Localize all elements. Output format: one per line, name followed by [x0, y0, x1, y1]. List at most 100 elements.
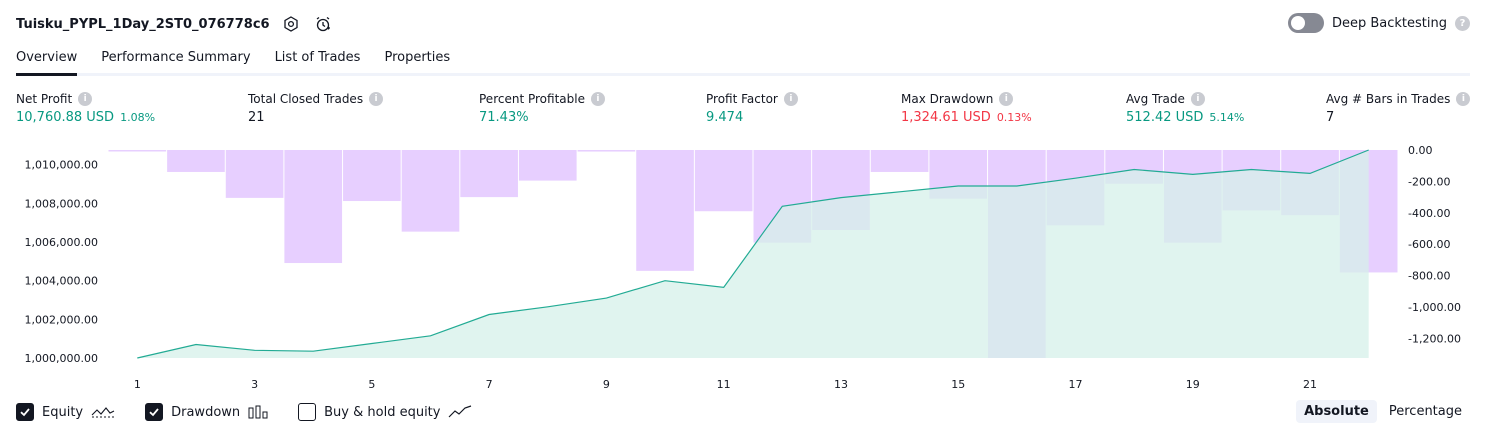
- x-axis-tick: 3: [251, 378, 258, 391]
- drawdown-bar: [577, 150, 636, 152]
- strategy-title: Tuisku_PYPL_1Day_2ST0_076778c6: [16, 16, 270, 32]
- percentage-button[interactable]: Percentage: [1381, 400, 1470, 423]
- left-axis-tick: 1,000,000.00: [25, 352, 98, 365]
- right-axis-tick: -600.00: [1408, 238, 1450, 251]
- scale-mode-switch: Absolute Percentage: [1296, 400, 1470, 423]
- right-axis-tick: -400.00: [1408, 207, 1450, 220]
- right-axis-tick: -1,200.00: [1408, 332, 1461, 345]
- info-icon[interactable]: i: [590, 92, 605, 106]
- right-axis-tick: 0.00: [1408, 144, 1433, 157]
- drawdown-bar: [460, 150, 518, 198]
- drawdown-bar: [343, 150, 401, 202]
- metric-avg-bars: Avg # Bars in Trades i 7: [1326, 92, 1471, 125]
- drawdown-bars-icon: [248, 405, 268, 419]
- metric-value: 10,760.88 USD: [16, 110, 115, 125]
- legend-equity-label: Equity: [42, 404, 84, 420]
- legend-buy-hold[interactable]: Buy & hold equity: [298, 403, 472, 421]
- metric-percent-profitable: Percent Profitable i 71.43%: [479, 92, 605, 125]
- drawdown-bar: [518, 150, 577, 181]
- metric-total-closed-trades: Total Closed Trades i 21: [248, 92, 384, 125]
- metric-value: 9.474: [706, 110, 744, 125]
- equity-drawdown-chart[interactable]: 1,000,000.00 1,002,000.00 1,004,000.00 1,00…: [0, 140, 1486, 398]
- right-axis-tick: -800.00: [1408, 270, 1450, 283]
- drawdown-bar: [694, 150, 753, 212]
- buy-hold-line-icon: [448, 405, 472, 419]
- report-tabs: Overview Performance Summary List of Tra…: [16, 44, 1470, 76]
- x-axis-tick: 11: [717, 378, 731, 391]
- metric-value: 71.43%: [479, 110, 529, 125]
- help-icon[interactable]: ?: [1455, 15, 1470, 31]
- metric-label: Net Profit: [16, 92, 73, 106]
- deep-backtesting-label: Deep Backtesting: [1331, 15, 1447, 31]
- info-icon[interactable]: i: [1456, 92, 1471, 106]
- metric-value: 512.42 USD: [1126, 110, 1204, 125]
- deep-backtesting-control: Deep Backtesting ?: [1287, 13, 1470, 33]
- x-axis-tick: 19: [1186, 378, 1200, 391]
- drawdown-bar: [636, 150, 694, 271]
- x-axis-tick: 15: [951, 378, 965, 391]
- drawdown-bar: [108, 150, 167, 152]
- equity-line-icon: [91, 405, 115, 419]
- x-axis-tick: 5: [368, 378, 375, 391]
- settings-gear-icon[interactable]: [280, 13, 302, 35]
- info-icon[interactable]: i: [1190, 92, 1205, 106]
- tab-performance-summary[interactable]: Performance Summary: [101, 44, 250, 73]
- metric-percent: 5.14%: [1209, 111, 1245, 124]
- metric-profit-factor: Profit Factor i 9.474: [706, 92, 798, 125]
- deep-backtesting-toggle[interactable]: [1287, 13, 1324, 33]
- tab-overview[interactable]: Overview: [16, 44, 78, 76]
- tab-list-of-trades[interactable]: List of Trades: [275, 44, 361, 73]
- drawdown-checkbox[interactable]: [145, 403, 164, 421]
- chart-legend: Equity Drawdown Buy & hold equity: [16, 403, 502, 421]
- tab-properties[interactable]: Properties: [384, 44, 450, 73]
- legend-equity[interactable]: Equity: [16, 403, 115, 421]
- x-axis-tick: 13: [834, 378, 848, 391]
- x-axis-tick: 7: [486, 378, 493, 391]
- drawdown-bar: [167, 150, 225, 172]
- buy-hold-checkbox[interactable]: [298, 403, 317, 421]
- x-axis-tick: 1: [134, 378, 141, 391]
- metric-net-profit: Net Profit i 10,760.88 USD 1.08%: [16, 92, 155, 125]
- metric-label: Total Closed Trades: [248, 92, 364, 106]
- info-icon[interactable]: i: [369, 92, 384, 106]
- left-axis-tick: 1,008,000.00: [25, 197, 98, 210]
- left-axis-tick: 1,006,000.00: [25, 236, 98, 249]
- left-axis-tick: 1,004,000.00: [25, 275, 98, 288]
- info-icon[interactable]: i: [783, 92, 798, 106]
- absolute-button[interactable]: Absolute: [1296, 400, 1377, 423]
- legend-drawdown[interactable]: Drawdown: [145, 403, 268, 421]
- x-axis-tick: 17: [1069, 378, 1083, 391]
- info-icon[interactable]: i: [999, 92, 1014, 106]
- metric-percent: 0.13%: [996, 111, 1032, 124]
- right-axis: 0.00 -200.00 -400.00 -600.00 -800.00 -1,000.0…: [1408, 144, 1461, 345]
- metrics-bar: Net Profit i 10,760.88 USD 1.08% Total Clo…: [16, 92, 1471, 132]
- drawdown-bar: [401, 150, 460, 232]
- metric-percent: 1.08%: [120, 111, 156, 124]
- metric-label: Profit Factor: [706, 92, 778, 106]
- right-axis-tick: -200.00: [1408, 175, 1450, 188]
- right-axis-tick: -1,000.00: [1408, 301, 1461, 314]
- metric-label: Avg Trade: [1126, 92, 1185, 106]
- drawdown-bar: [870, 150, 929, 172]
- legend-drawdown-label: Drawdown: [171, 404, 241, 420]
- x-axis-tick: 9: [603, 378, 610, 391]
- info-icon[interactable]: i: [78, 92, 93, 106]
- x-axis-tick: 21: [1303, 378, 1317, 391]
- left-axis-tick: 1,002,000.00: [25, 313, 98, 326]
- drawdown-bar: [284, 150, 343, 264]
- metric-value: 7: [1326, 110, 1335, 125]
- metric-label: Percent Profitable: [479, 92, 585, 106]
- alarm-clock-icon[interactable]: [312, 13, 334, 35]
- equity-checkbox[interactable]: [16, 403, 34, 421]
- metric-value: 21: [248, 110, 265, 125]
- drawdown-bar: [225, 150, 284, 198]
- left-axis-tick: 1,010,000.00: [25, 159, 98, 172]
- metric-label: Max Drawdown: [901, 92, 994, 106]
- metric-value: 1,324.61 USD: [901, 110, 991, 125]
- metric-avg-trade: Avg Trade i 512.42 USD 5.14%: [1126, 92, 1244, 125]
- metric-max-drawdown: Max Drawdown i 1,324.61 USD 0.13%: [901, 92, 1032, 125]
- x-axis: 1 3 5 7 9 11 13 15 17 19 21: [134, 378, 1317, 391]
- left-axis: 1,000,000.00 1,002,000.00 1,004,000.00 1,00…: [25, 159, 98, 365]
- strategy-header: Tuisku_PYPL_1Day_2ST0_076778c6: [16, 12, 334, 36]
- metric-label: Avg # Bars in Trades: [1326, 92, 1451, 106]
